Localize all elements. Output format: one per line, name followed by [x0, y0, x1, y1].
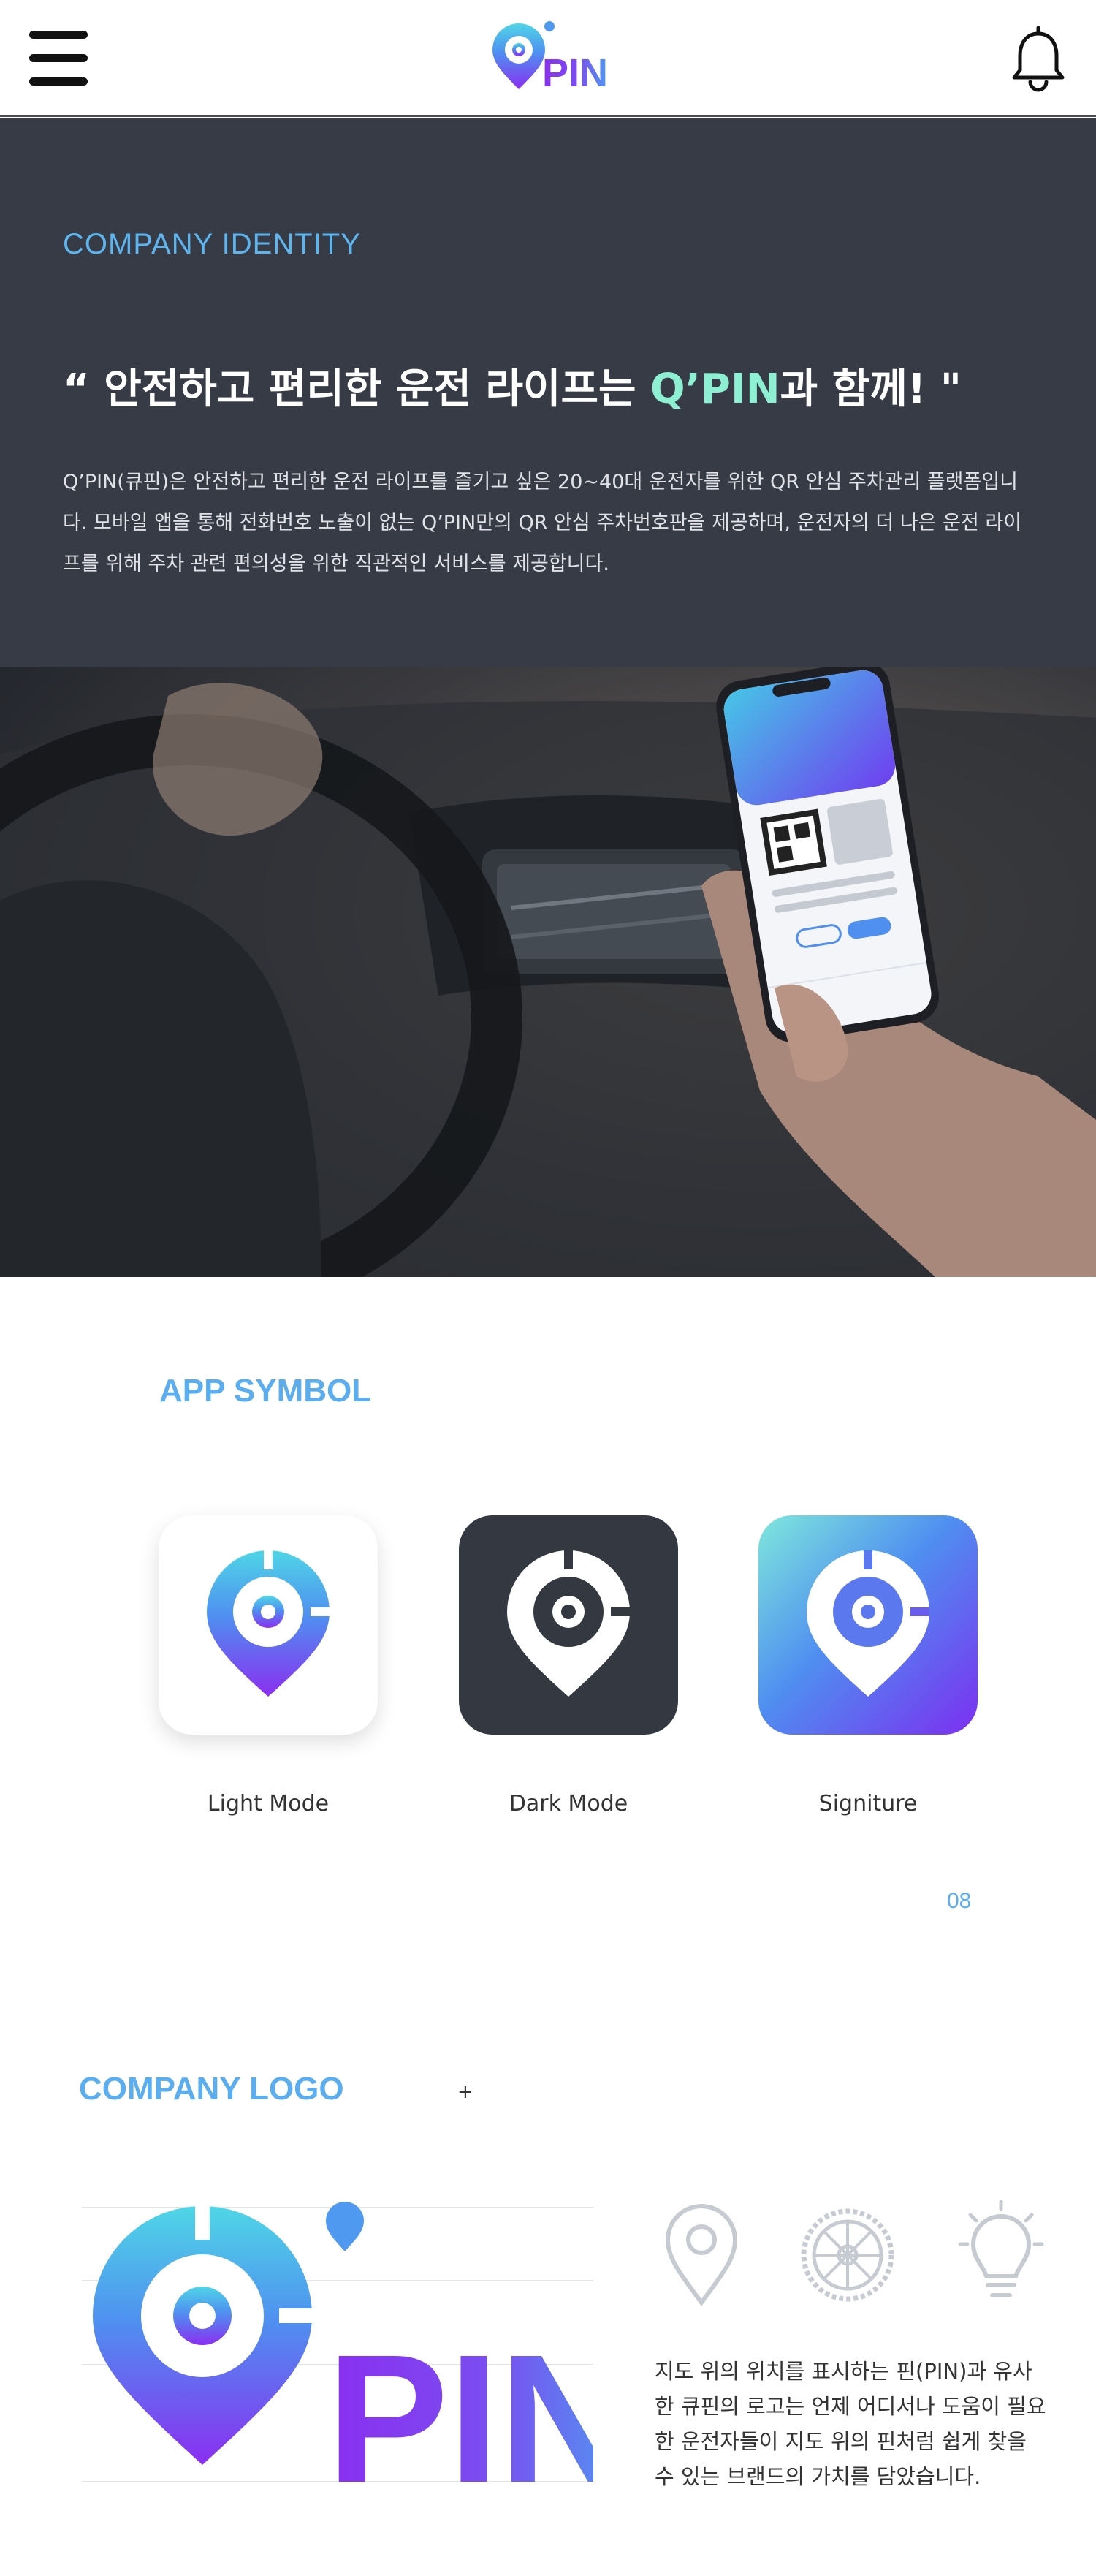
logo-wordmark: PIN [542, 51, 608, 95]
icon-label-light: Light Mode [207, 1791, 330, 1817]
hamburger-menu-icon[interactable] [29, 28, 88, 88]
plus-mark: + [457, 2081, 473, 2103]
logo-description: 지도 위의 위치를 표시하는 핀(PIN)과 유사한 큐핀의 로고는 언제 어디… [655, 2359, 1046, 2489]
logo-wordmark-pin: PIN [327, 2316, 593, 2500]
section-label: COMPANY IDENTITY [63, 228, 361, 260]
tire-icon [796, 2200, 899, 2310]
app-header: PIN [0, 0, 1096, 117]
slogan-suffix: 과 함께! " [780, 365, 962, 413]
app-icon-light-mode [159, 1515, 378, 1735]
page-number: 08 [947, 1889, 972, 1913]
slogan-prefix: “ 안전하고 편리한 운전 라이프는 [63, 365, 651, 413]
app-icon-signature [758, 1515, 978, 1735]
company-logo-mark: PIN [82, 2193, 631, 2520]
company-identity-section: COMPANY IDENTITY “ 안전하고 편리한 운전 라이프는 Q’PI… [0, 118, 1096, 667]
qpin-logo[interactable]: PIN [482, 13, 628, 101]
slogan-brand: Q’PIN [650, 365, 780, 413]
icon-label-signature: Signiture [818, 1791, 918, 1817]
icon-label-dark: Dark Mode [509, 1791, 628, 1817]
bell-icon[interactable] [1010, 26, 1067, 92]
company-description: Q’PIN(큐핀)은 안전하고 편리한 운전 라이프를 즐기고 싶은 20~40… [63, 471, 1022, 575]
company-logo-title: COMPANY LOGO [79, 2071, 344, 2107]
lightbulb-icon [950, 2200, 1052, 2310]
brand-slogan: “ 안전하고 편리한 운전 라이프는 Q’PIN과 함께! " [63, 356, 962, 415]
hero-photo [0, 667, 1096, 1277]
map-pin-icon [661, 2200, 742, 2310]
app-icon-dark-mode [459, 1515, 678, 1735]
app-symbol-title: APP SYMBOL [159, 1373, 372, 1409]
